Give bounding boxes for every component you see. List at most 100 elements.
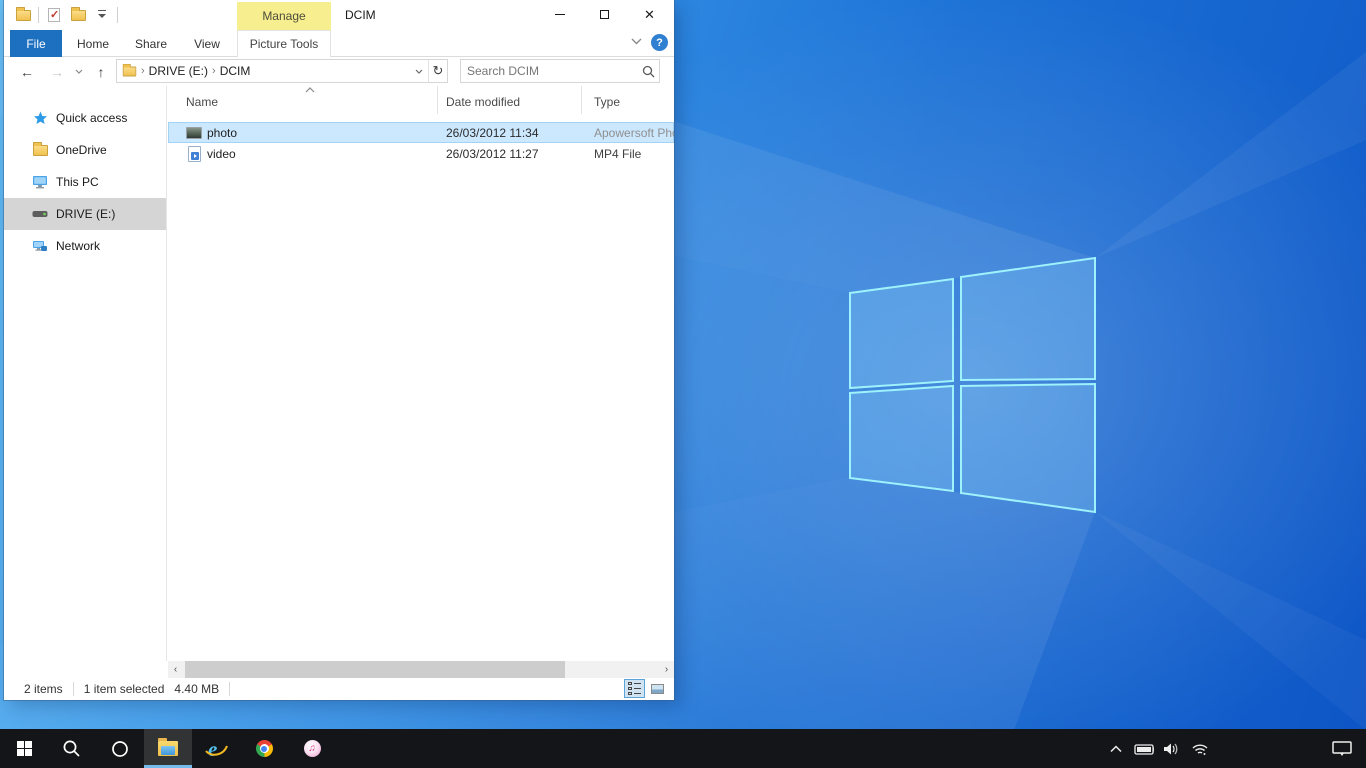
status-bar: 2 items 1 item selected 4.40 MB: [4, 678, 674, 700]
item-count: 2 items: [24, 682, 63, 696]
file-row-photo[interactable]: photo 26/03/2012 11:34 Apowersoft Pho: [168, 122, 674, 143]
new-folder-icon[interactable]: [69, 5, 87, 25]
status-separator: [73, 682, 74, 696]
help-icon[interactable]: ?: [651, 34, 668, 51]
column-headers: Name Date modified Type: [168, 86, 674, 114]
maximize-icon: [600, 10, 609, 19]
recent-locations-chevron-icon[interactable]: [72, 57, 86, 86]
wifi-icon[interactable]: [1190, 739, 1210, 759]
minimize-icon: [555, 14, 565, 15]
navigation-pane: Quick access OneDrive This PC DRIVE (E:)…: [4, 86, 167, 661]
sidebar-item-onedrive[interactable]: OneDrive: [4, 134, 166, 166]
tab-share[interactable]: Share: [125, 30, 177, 57]
column-header-name[interactable]: Name: [168, 86, 438, 114]
file-list-pane: Name Date modified Type photo 26/03/2012…: [168, 86, 674, 661]
volume-icon[interactable]: [1162, 739, 1182, 759]
close-icon: ✕: [644, 8, 655, 21]
sidebar-item-network[interactable]: Network: [4, 230, 166, 262]
breadcrumb-drive[interactable]: DRIVE (E:): [149, 64, 208, 78]
cortana-button[interactable]: [96, 729, 144, 768]
selection-size: 4.40 MB: [174, 682, 219, 696]
tab-file[interactable]: File: [10, 30, 62, 57]
sidebar-item-quick-access[interactable]: Quick access: [4, 102, 166, 134]
scrollbar-track[interactable]: [183, 661, 659, 678]
file-explorer-icon: [158, 741, 178, 756]
taskbar-chrome-button[interactable]: [240, 729, 288, 768]
this-pc-icon: [32, 174, 48, 190]
start-button[interactable]: [0, 729, 48, 768]
forward-button[interactable]: →: [46, 57, 68, 86]
address-bar[interactable]: › DRIVE (E:) › DCIM ↻: [116, 59, 448, 83]
taskbar-search-button[interactable]: [48, 729, 96, 768]
itunes-icon: ♫: [304, 740, 321, 757]
start-icon: [17, 741, 32, 756]
photo-thumbnail-icon: [186, 125, 202, 141]
scrollbar-thumb[interactable]: [185, 661, 565, 678]
taskbar-itunes-button[interactable]: ♫: [288, 729, 336, 768]
qat-separator: [117, 7, 118, 23]
scroll-left-arrow-icon[interactable]: ‹: [168, 661, 183, 678]
expand-ribbon-chevron-icon[interactable]: [631, 38, 642, 45]
details-view-button[interactable]: [624, 679, 645, 698]
chrome-icon: [256, 740, 273, 757]
column-header-type[interactable]: Type: [582, 86, 674, 114]
battery-icon[interactable]: [1134, 739, 1154, 759]
back-button[interactable]: ←: [16, 57, 38, 86]
taskbar-internet-explorer-button[interactable]: e: [192, 729, 240, 768]
maximize-button[interactable]: [582, 0, 627, 28]
action-center-icon: [1332, 741, 1352, 757]
manage-contextual-group[interactable]: Manage: [237, 2, 331, 30]
file-row-video[interactable]: video 26/03/2012 11:27 MP4 File: [168, 143, 674, 164]
system-tray: [1106, 729, 1210, 768]
network-icon: [32, 238, 48, 254]
address-dropdown-chevron-icon[interactable]: [409, 60, 428, 82]
selection-count: 1 item selected: [84, 682, 165, 696]
scroll-right-arrow-icon[interactable]: ›: [659, 661, 674, 678]
navigation-toolbar: ← → ↑ › DRIVE (E:) › DCIM ↻: [4, 57, 674, 86]
file-explorer-window: Manage DCIM ✕ File Home Share View Pictu…: [4, 0, 674, 700]
qat-separator: [38, 7, 39, 23]
properties-check-icon[interactable]: [45, 5, 63, 25]
horizontal-scrollbar[interactable]: ‹ ›: [168, 661, 674, 678]
customize-qat-chevron-icon[interactable]: [93, 5, 111, 25]
search-input[interactable]: [461, 64, 637, 78]
search-box[interactable]: [460, 59, 660, 83]
details-view-icon: [628, 682, 641, 695]
window-title: DCIM: [345, 0, 376, 30]
search-icon: [62, 739, 82, 759]
taskbar: e ♫: [0, 729, 1366, 768]
drive-icon: [32, 206, 48, 222]
tab-home[interactable]: Home: [68, 30, 118, 57]
sidebar-item-this-pc[interactable]: This PC: [4, 166, 166, 198]
tab-picture-tools[interactable]: Picture Tools: [237, 30, 331, 57]
tab-view[interactable]: View: [184, 30, 230, 57]
breadcrumb-chevron-icon: ›: [212, 65, 216, 77]
taskbar-file-explorer-button[interactable]: [144, 729, 192, 768]
breadcrumb: › DRIVE (E:) › DCIM: [117, 64, 409, 78]
action-center-button[interactable]: [1322, 729, 1362, 768]
cortana-icon: [111, 740, 129, 758]
ribbon-tab-row: File Home Share View Picture Tools ?: [4, 30, 674, 57]
search-icon[interactable]: [637, 65, 659, 78]
quick-access-toolbar: [14, 0, 118, 30]
up-button[interactable]: ↑: [90, 57, 112, 86]
hidden-icons-chevron-icon[interactable]: [1106, 739, 1126, 759]
video-file-icon: [186, 146, 202, 162]
thumbnail-view-icon: [651, 684, 664, 694]
sidebar-item-drive-e[interactable]: DRIVE (E:): [4, 198, 166, 230]
title-bar[interactable]: Manage DCIM ✕: [4, 0, 674, 30]
refresh-icon[interactable]: ↻: [428, 60, 447, 82]
windows-logo-panes: [850, 258, 1095, 512]
onedrive-folder-icon: [32, 142, 48, 158]
folder-icon: [123, 66, 137, 76]
close-button[interactable]: ✕: [627, 0, 672, 28]
breadcrumb-chevron-icon: ›: [141, 65, 145, 77]
column-header-date-modified[interactable]: Date modified: [438, 86, 582, 114]
minimize-button[interactable]: [537, 0, 582, 28]
svg-text:e: e: [208, 737, 217, 761]
internet-explorer-icon: e: [204, 737, 228, 761]
breadcrumb-folder[interactable]: DCIM: [220, 64, 251, 78]
folder-icon[interactable]: [14, 5, 32, 25]
status-separator: [229, 682, 230, 696]
large-icons-view-button[interactable]: [647, 679, 668, 698]
